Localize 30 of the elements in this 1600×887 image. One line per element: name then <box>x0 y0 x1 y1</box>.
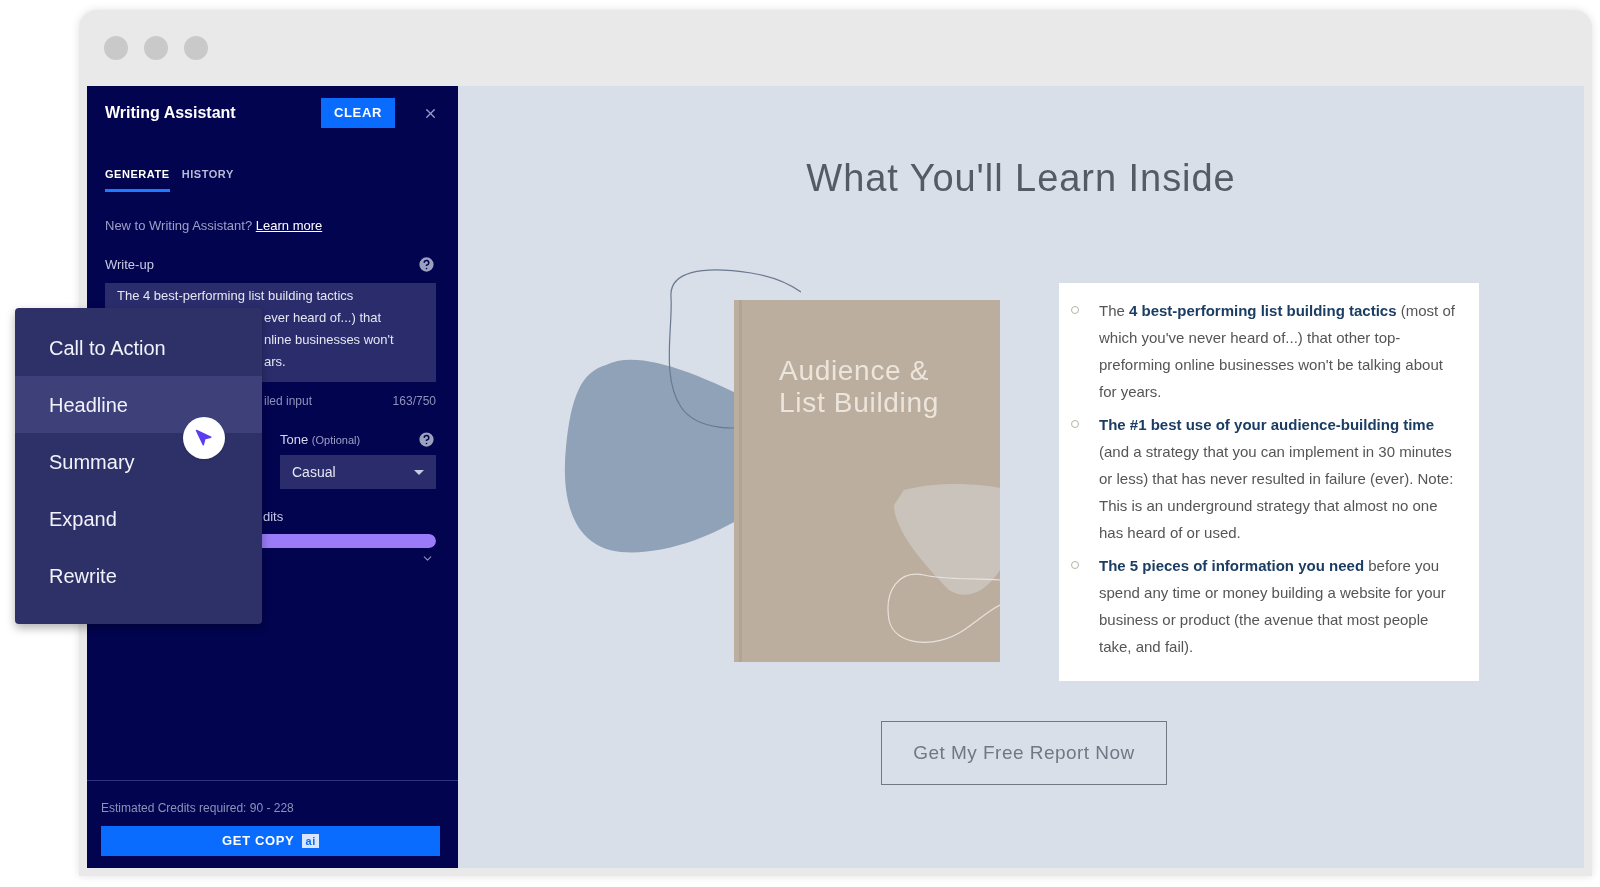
book-title: Audience & <box>779 355 931 387</box>
menu-item[interactable]: Headline <box>15 376 262 433</box>
menu-item[interactable]: Summary <box>15 433 262 490</box>
help-icon[interactable] <box>417 429 436 449</box>
tab[interactable]: GENERATE <box>105 166 170 192</box>
menu-item[interactable]: Rewrite <box>15 547 262 604</box>
estimate-text: Estimated Credits required: 90 - 228 <box>101 800 295 817</box>
write-up-text: ever heard of...) that <box>264 308 383 327</box>
tone-select[interactable]: Casual <box>280 455 436 489</box>
benefit-text: The #1 best use of your audience-building time (and a strategy that you can implement in 30 minutes or less) that has never resulted in failure (ever). Note: This is an underground strategy that almost no one has heard of or used. <box>1099 415 1455 543</box>
write-up-text: The 4 best-performing list building tactics <box>116 286 355 305</box>
hint-text: iled input <box>264 392 313 410</box>
get-copy-button[interactable]: GET COPY ai <box>101 826 440 856</box>
panel-title: Writing Assistant <box>105 103 236 123</box>
benefit-text: The 5 pieces of information you need before you spend any time or money building a website for your business or product (the avenue that most people take, and fail). <box>1099 556 1447 657</box>
learn-more-link[interactable]: Learn more <box>255 217 323 233</box>
caret-icon <box>414 469 424 475</box>
benefit-text: The 4 best-performing list building tactics (most of which you've never heard of...) that other top-preforming online businesses won't be talking about for years. <box>1099 301 1456 402</box>
book-title: List Building <box>779 387 941 419</box>
tab[interactable]: HISTORY <box>181 166 234 192</box>
menu-item[interactable]: Expand <box>15 490 262 547</box>
clear-button[interactable]: CLEAR <box>321 98 395 128</box>
write-up-text: nline businesses won't <box>264 330 395 349</box>
tone-label: Tone (Optional) <box>280 430 361 449</box>
char-count: 163/750 <box>392 392 436 410</box>
field-label: Write-up <box>105 256 154 274</box>
page-heading: What You'll Learn Inside <box>806 156 1236 201</box>
write-up-text: ars. <box>264 352 287 371</box>
help-icon[interactable] <box>417 255 436 275</box>
intro-text: New to Writing Assistant? <box>105 217 254 233</box>
